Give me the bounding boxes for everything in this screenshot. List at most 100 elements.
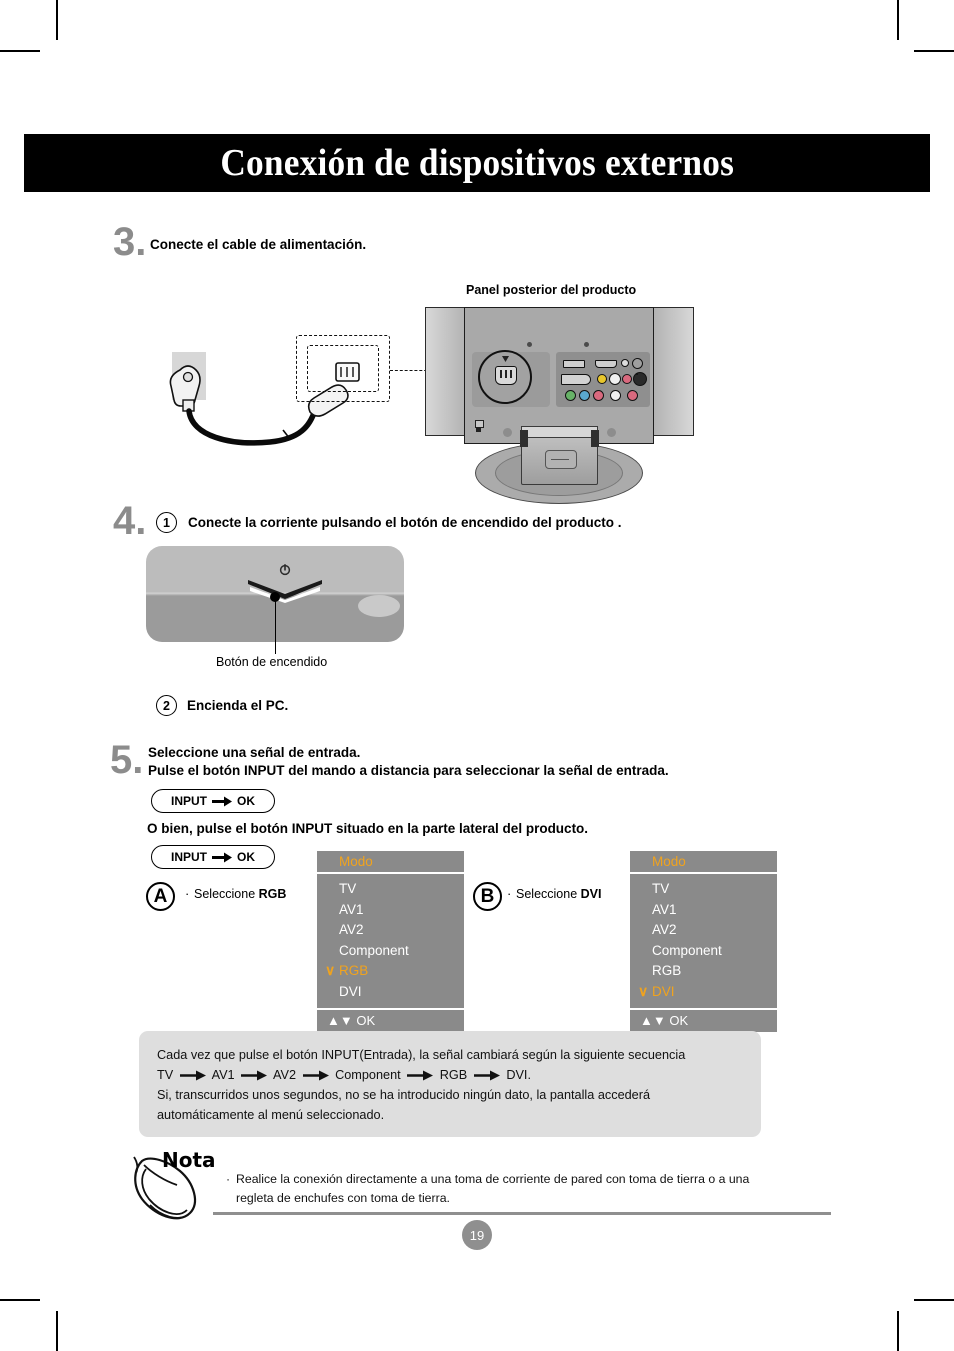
pill-2-ok-label: OK [237,850,255,864]
osd-a-item-av1-label: AV1 [339,901,364,917]
osd-b-item-tv[interactable]: TV [630,879,777,900]
osd-a-title: Modo [317,851,464,874]
kensington-lock-slot [476,428,481,432]
arrow-right-icon [473,1070,500,1081]
footer-divider [213,1212,831,1215]
sequence-item-component: Component [335,1068,401,1082]
nota-bullet: · [226,1172,231,1186]
osd-b-item-av2-label: AV2 [652,922,677,937]
pill-1-ok-label: OK [237,794,255,808]
osd-b-item-av1[interactable]: AV1 [630,900,777,921]
video-in-yellow-jack [597,374,607,384]
page-number-badge: 19 [462,1220,492,1250]
osd-a-item-av1[interactable]: AV1 [317,900,464,921]
option-b-label: Seleccione DVI [516,887,601,901]
arrow-right-icon [179,1070,206,1081]
sequence-item-rgb: RGB [439,1068,468,1082]
osd-b-item-component[interactable]: Component [630,941,777,962]
osd-a-item-rgb[interactable]: ∨ RGB [317,961,464,982]
sequence-item-av2: AV2 [272,1068,297,1082]
panel-hinge-dot-left [503,428,512,437]
scart-port [561,374,591,385]
osd-a-item-tv-label: TV [339,881,357,896]
step-5-heading-line-1: Seleccione una señal de entrada. [148,745,361,760]
nota-line-2: regleta de enchufes con toma de tierra. [236,1191,450,1205]
osd-b-title: Modo [630,851,777,874]
osd-menu-b: Modo TV AV1 AV2 Component RGB ∨ DVI ▲▼ OK [630,851,777,1032]
arrow-right-icon [302,1070,329,1081]
panel-screw-dot-right [584,342,589,347]
osd-a-item-dvi[interactable]: DVI [317,982,464,1003]
info-box-line-3: Si, transcurridos unos segundos, no se h… [157,1088,651,1102]
crop-mark-bottom-left-vertical [56,1311,58,1351]
step-4-item-1-text: Conecte la corriente pulsando el botón d… [188,515,622,530]
pill-2-input-label: INPUT [171,850,207,864]
step-4-item-2-marker: 2 [156,695,177,716]
component-pr-red-jack [593,390,604,401]
osd-a-item-av2-label: AV2 [339,922,364,937]
audio-in-white-jack [609,373,621,385]
crop-mark-top-right-horizontal [914,50,954,52]
panel-left-wing [425,307,467,436]
rgb-dsub-port [595,360,617,368]
checkmark-icon: ∨ [638,982,649,999]
component-pb-blue-jack [579,390,590,401]
arrow-right-icon [241,1070,268,1081]
panel-screw-dot-left [527,342,532,347]
page-title: Conexión de dispositivos externos [220,142,734,184]
osd-b-item-dvi-label: DVI [652,983,675,999]
page-title-banner: Conexión de dispositivos externos [24,134,930,192]
osd-a-item-list: TV AV1 AV2 Component ∨ RGB DVI [317,874,464,1008]
ac-socket-pin-right [510,370,512,378]
osd-b-item-av2[interactable]: AV2 [630,920,777,941]
info-box-line-4: automáticamente al menú seleccionado. [157,1108,385,1122]
option-a-label-strong: RGB [258,887,287,901]
sequence-item-dvi: DVI. [506,1068,531,1082]
arrow-right-icon [212,852,232,862]
remote-input-ok-pill[interactable]: INPUT OK [151,789,275,813]
option-b-label-prefix: Seleccione [516,887,581,901]
bezel-gloss-highlight [358,595,400,617]
step-3-heading: Conecte el cable de alimentación. [150,237,367,252]
osd-menu-a: Modo TV AV1 AV2 Component ∨ RGB DVI ▲▼ OK [317,851,464,1032]
crop-mark-top-right-vertical [897,0,899,40]
osd-a-item-component-label: Component [339,942,409,958]
osd-a-item-component[interactable]: Component [317,941,464,962]
ac-socket-pin-left [500,370,502,378]
osd-a-item-dvi-label: DVI [339,983,362,999]
step-4-number: 4. [113,499,147,543]
osd-b-item-dvi[interactable]: ∨ DVI [630,982,777,1003]
updown-arrows-icon: ▲▼ [327,1013,353,1028]
side-input-ok-pill[interactable]: INPUT OK [151,845,275,869]
headphone-jack [636,373,638,375]
input-sequence-info-box: Cada vez que pulse el botón INPUT(Entrad… [139,1031,761,1137]
step-4-item-1-marker: 1 [156,512,177,533]
rear-panel-figure [420,302,710,504]
step-4-item-2-text: Encienda el PC. [187,698,289,713]
stand-handle-line [551,459,569,461]
info-box-sequence-line: TV AV1 AV2 Component RGB DVI. [157,1065,743,1085]
checkmark-icon: ∨ [325,962,336,978]
osd-a-item-tv[interactable]: TV [317,879,464,900]
stand-clip-left [520,430,528,447]
power-button-caption: Botón de encendido [216,655,328,669]
rear-panel-figure-caption: Panel posterior del producto [466,283,637,297]
component-y-green-jack [565,390,576,401]
option-a-label: Seleccione RGB [194,887,286,901]
option-a-bullet: · [185,886,190,901]
osd-b-item-rgb[interactable]: RGB [630,961,777,982]
crop-mark-bottom-right-horizontal [914,1299,954,1301]
crop-mark-top-left-vertical [56,0,58,40]
component-audio-red-jack [627,390,638,401]
power-button-icon [248,564,322,603]
osd-a-item-av2[interactable]: AV2 [317,920,464,941]
info-box-line-1: Cada vez que pulse el botón INPUT(Entrad… [157,1048,686,1062]
arrow-right-icon [407,1070,434,1081]
osd-a-footer: ▲▼ OK [317,1008,464,1032]
ac-socket-pin-mid [505,370,507,378]
crop-mark-bottom-right-vertical [897,1311,899,1351]
osd-b-item-component-label: Component [652,942,722,958]
panel-hinge-dot-right [607,428,616,437]
option-a-label-prefix: Seleccione [194,887,259,901]
osd-a-footer-ok: OK [356,1013,376,1028]
